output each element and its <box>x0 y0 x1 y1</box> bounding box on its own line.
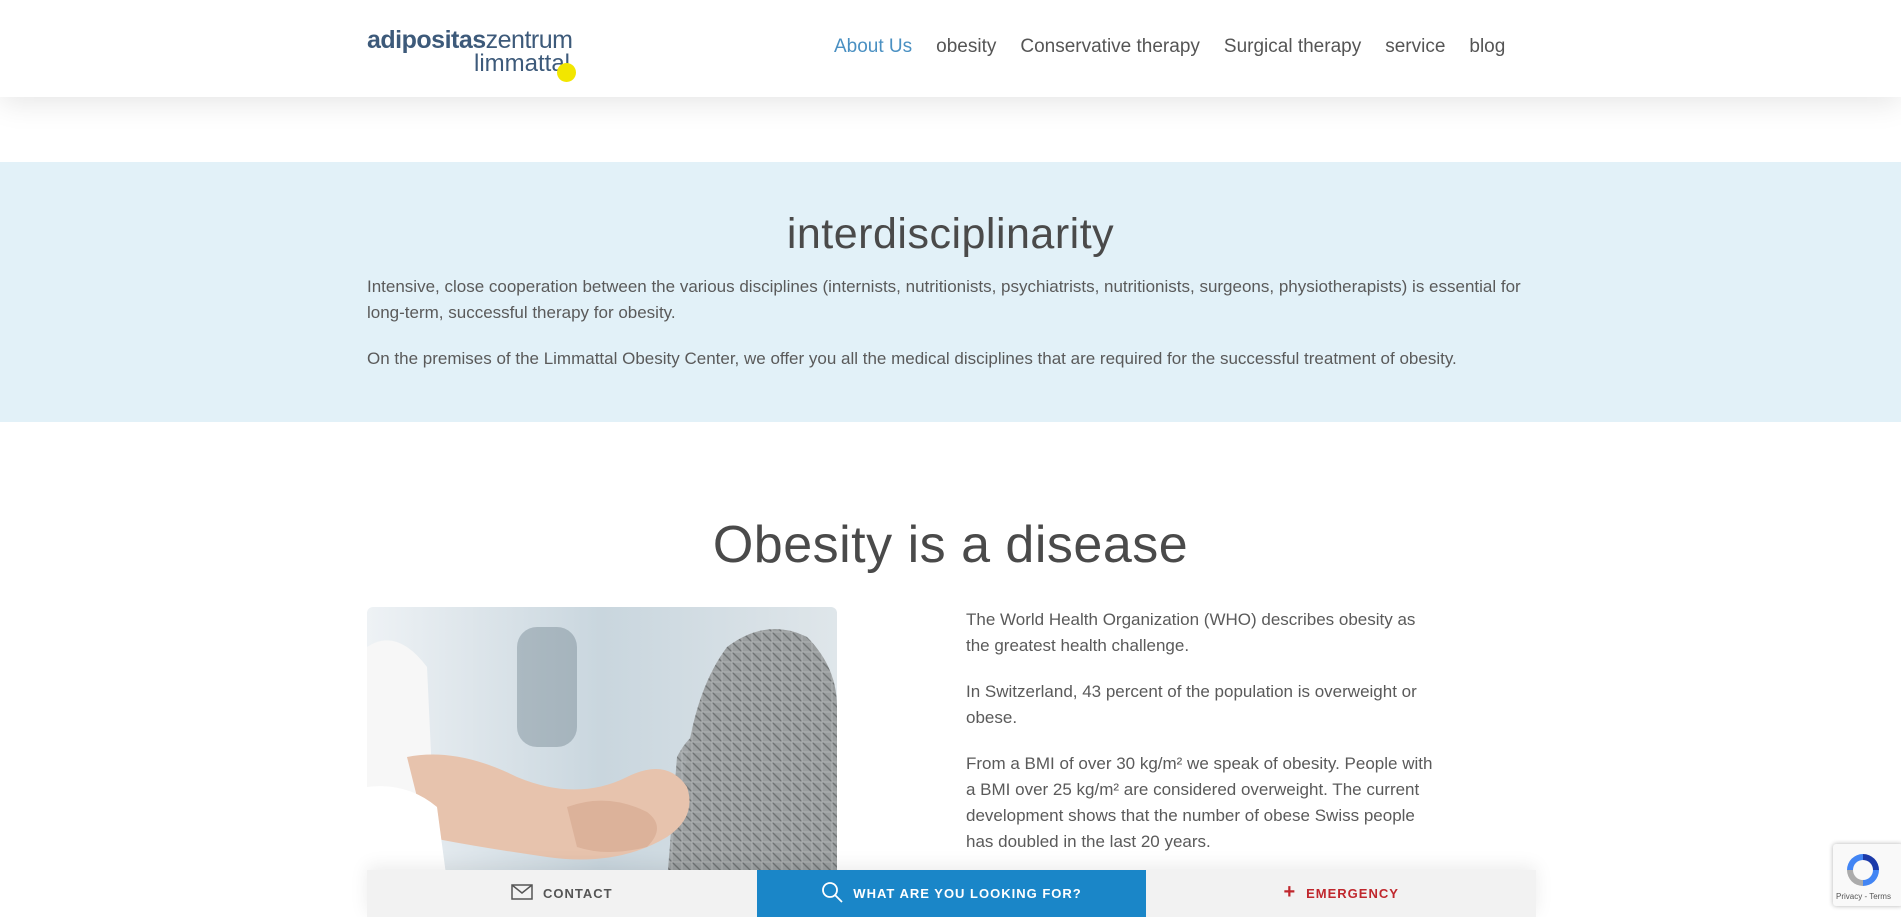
interdisciplinarity-paragraph-1: Intensive, close cooperation between the… <box>367 277 1521 322</box>
nav-item-obesity[interactable]: obesity <box>936 36 996 58</box>
emergency-button[interactable]: + EMERGENCY <box>1146 870 1537 917</box>
nav-item-surgical-therapy[interactable]: Surgical therapy <box>1224 36 1361 58</box>
nav-item-service[interactable]: service <box>1385 36 1445 58</box>
logo-text-limmattal: limmattal <box>474 50 571 77</box>
obesity-paragraph-3: From a BMI of over 30 kg/m² we speak of … <box>966 754 1433 851</box>
site-header: adipositaszentrum limmattal About Us obe… <box>0 0 1901 97</box>
emergency-label: EMERGENCY <box>1306 886 1399 901</box>
interdisciplinarity-paragraph-2: On the premises of the Limmattal Obesity… <box>367 349 1457 368</box>
recaptcha-icon <box>1843 850 1883 895</box>
recaptcha-badge[interactable]: Privacy - Terms <box>1833 844 1901 906</box>
nav-item-blog[interactable]: blog <box>1469 36 1505 58</box>
envelope-icon <box>511 884 533 903</box>
interdisciplinarity-title: interdisciplinarity <box>786 210 1115 258</box>
search-button[interactable]: WHAT ARE YOU LOOKING FOR? <box>756 870 1147 917</box>
plus-icon: + <box>1283 881 1297 903</box>
nav-item-about-us[interactable]: About Us <box>834 36 912 58</box>
recaptcha-privacy-terms[interactable]: Privacy - Terms <box>1836 892 1891 901</box>
obesity-text-column: The World Health Organization (WHO) desc… <box>966 607 1436 875</box>
logo-dot-icon <box>557 63 576 82</box>
obesity-paragraph-2: In Switzerland, 43 percent of the popula… <box>966 682 1417 727</box>
nav-item-conservative-therapy[interactable]: Conservative therapy <box>1020 36 1200 58</box>
logo-text-adipositas: adipositas <box>367 26 486 54</box>
main-nav: About Us obesity Conservative therapy Su… <box>834 36 1529 58</box>
search-icon <box>821 881 843 906</box>
bottom-action-bar: CONTACT WHAT ARE YOU LOOKING FOR? + EMER… <box>367 870 1537 917</box>
site-logo[interactable]: adipositaszentrum limmattal <box>367 22 582 82</box>
doctor-patient-photo <box>367 607 837 882</box>
obesity-paragraph-1: The World Health Organization (WHO) desc… <box>966 610 1416 655</box>
interdisciplinarity-section: interdisciplinarity Intensive, close coo… <box>0 162 1901 422</box>
search-label: WHAT ARE YOU LOOKING FOR? <box>853 886 1082 901</box>
obesity-section-title: Obesity is a disease <box>712 516 1189 574</box>
contact-button[interactable]: CONTACT <box>367 870 757 917</box>
contact-label: CONTACT <box>543 886 613 901</box>
